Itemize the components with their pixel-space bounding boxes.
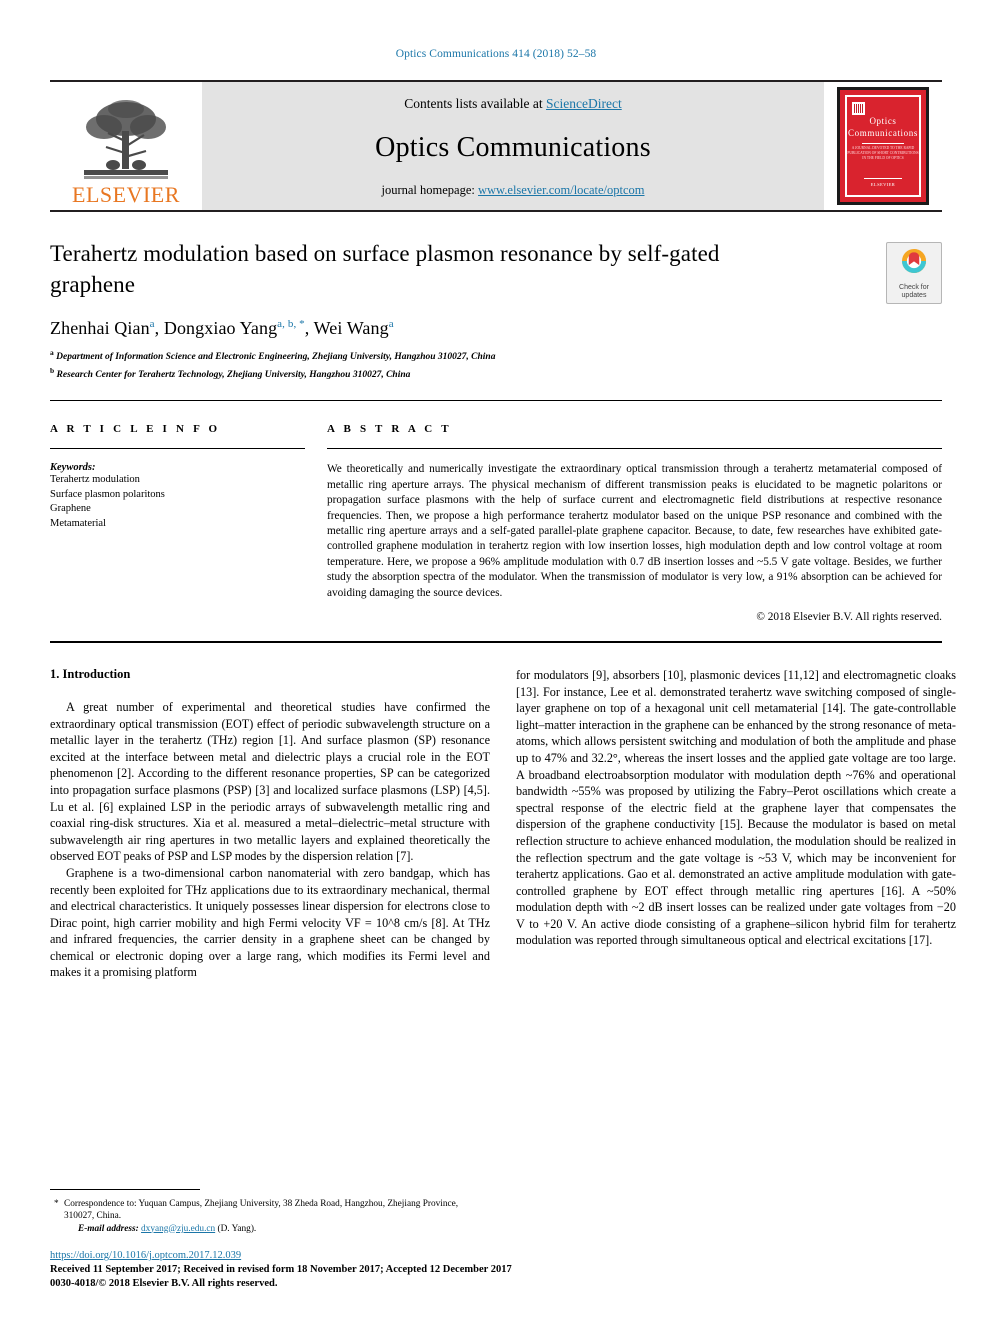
body-column-left: 1. Introduction A great number of experi…: [50, 667, 490, 981]
body-column-right: for modulators [9], absorbers [10], plas…: [516, 667, 956, 981]
affiliation-text: Research Center for Terahertz Technology…: [56, 370, 411, 381]
elsevier-logo: ELSEVIER: [50, 82, 202, 210]
cover-image: Optics Communications A JOURNAL DEVOTED …: [837, 87, 929, 205]
info-abstract-section: A R T I C L E I N F O Keywords: Terahert…: [50, 423, 942, 623]
email-label: E-mail address:: [78, 1223, 139, 1234]
cover-footer-divider: [864, 178, 902, 179]
affiliation-item: a Department of Information Science and …: [50, 346, 942, 364]
page-title: Terahertz modulation based on surface pl…: [50, 241, 720, 297]
cover-title-line1: Optics: [869, 116, 897, 126]
journal-homepage-line: journal homepage: www.elsevier.com/locat…: [382, 183, 645, 198]
affiliation-item: b Research Center for Terahertz Technolo…: [50, 364, 942, 382]
keyword-item: Metamaterial: [50, 517, 106, 529]
footnote-divider: [50, 1188, 200, 1190]
author-affil-mark: a: [149, 318, 155, 330]
affiliation-mark: b: [50, 366, 55, 376]
journal-homepage-link[interactable]: www.elsevier.com/locate/optcom: [478, 183, 645, 197]
paragraph: A great number of experimental and theor…: [50, 699, 490, 864]
elsevier-tree-icon: [78, 97, 174, 183]
affiliation-mark: a: [50, 348, 54, 357]
article-body: 1. Introduction A great number of experi…: [50, 667, 956, 981]
cover-footer-text: ELSEVIER: [870, 182, 896, 187]
title-section-divider: [50, 400, 942, 402]
cover-subtitle: A JOURNAL DEVOTED TO THE RAPID PUBLICATI…: [847, 146, 919, 160]
running-head: Optics Communications 414 (2018) 52–58: [395, 48, 597, 60]
author-name: Wei Wang: [313, 318, 389, 338]
journal-name: Optics Communications: [375, 131, 651, 163]
publication-footer: https://doi.org/10.1016/j.optcom.2017.12…: [50, 1245, 512, 1291]
cover-title-line2: Communications: [848, 128, 918, 138]
banner-center: Contents lists available at ScienceDirec…: [202, 82, 824, 210]
journal-banner: ELSEVIER Contents lists available at Sci…: [50, 80, 942, 212]
affiliation-list: a Department of Information Science and …: [50, 346, 942, 382]
paper-page: Optics Communications 414 (2018) 52–58 E…: [0, 0, 992, 1323]
author-affil-mark: a, b, *: [277, 318, 305, 330]
journal-cover-thumbnail: Optics Communications A JOURNAL DEVOTED …: [824, 82, 942, 210]
contents-prefix: Contents lists available at: [404, 96, 546, 111]
abstract-heading: A B S T R A C T: [327, 423, 452, 436]
keyword-item: Graphene: [50, 503, 91, 515]
email-note: E-mail address: dxyang@zju.edu.cn (D. Ya…: [50, 1223, 490, 1236]
paragraph: for modulators [9], absorbers [10], plas…: [516, 667, 956, 948]
keyword-item: Surface plasmon polaritons: [50, 488, 165, 500]
correspondence-note: * Correspondence to: Yuquan Campus, Zhej…: [50, 1198, 490, 1223]
cover-divider: [862, 143, 904, 144]
contents-list-line: Contents lists available at ScienceDirec…: [404, 96, 621, 112]
article-info-rule: [50, 448, 305, 450]
author-name: Zhenhai Qian: [50, 318, 150, 338]
sciencedirect-link[interactable]: ScienceDirect: [546, 96, 622, 111]
abstract-text: We theoretically and numerically investi…: [327, 463, 942, 599]
doi-link[interactable]: https://doi.org/10.1016/j.optcom.2017.12…: [50, 1250, 241, 1261]
homepage-prefix: journal homepage:: [381, 183, 478, 197]
elsevier-wordmark: ELSEVIER: [72, 182, 180, 207]
affiliation-text: Department of Information Science and El…: [56, 352, 496, 363]
crossmark-label: Check for updates: [899, 283, 929, 300]
author-affil-mark: a: [388, 318, 394, 330]
title-block: Check for updates Terahertz modulation b…: [50, 238, 942, 382]
author-list: Zhenhai Qiana, Dongxiao Yanga, b, *, Wei…: [50, 318, 394, 338]
abstract-body-divider: [50, 640, 942, 643]
received-dates: Received 11 September 2017; Received in …: [50, 1264, 512, 1275]
keyword-item: Terahertz modulation: [50, 474, 140, 486]
correspondence-text: Correspondence to: Yuquan Campus, Zhejia…: [64, 1198, 459, 1222]
email-link[interactable]: dxyang@zju.edu.cn: [141, 1224, 215, 1234]
keywords-label: Keywords:: [50, 462, 96, 474]
abstract-rule: [327, 448, 942, 450]
footnote-star-icon: *: [54, 1198, 59, 1209]
crossmark-icon: [899, 246, 929, 281]
article-info-column: A R T I C L E I N F O Keywords: Terahert…: [50, 423, 305, 623]
cover-publisher-mark-icon: [852, 102, 865, 115]
crossmark-badge[interactable]: Check for updates: [886, 242, 942, 304]
abstract-copyright: © 2018 Elsevier B.V. All rights reserved…: [756, 610, 942, 623]
author-name: Dongxiao Yang: [163, 318, 278, 338]
cover-inner-frame: Optics Communications A JOURNAL DEVOTED …: [845, 95, 921, 197]
cover-footer: ELSEVIER: [847, 178, 919, 187]
issn-copyright: 0030-4018/© 2018 Elsevier B.V. All right…: [50, 1278, 278, 1289]
abstract-column: A B S T R A C T We theoretically and num…: [327, 423, 942, 623]
footnote-block: * Correspondence to: Yuquan Campus, Zhej…: [50, 1188, 490, 1236]
article-info-heading: A R T I C L E I N F O: [50, 423, 221, 436]
section-heading-introduction: 1. Introduction: [50, 666, 131, 681]
email-owner: (D. Yang).: [217, 1223, 257, 1234]
paragraph: Graphene is a two-dimensional carbon nan…: [50, 865, 490, 980]
